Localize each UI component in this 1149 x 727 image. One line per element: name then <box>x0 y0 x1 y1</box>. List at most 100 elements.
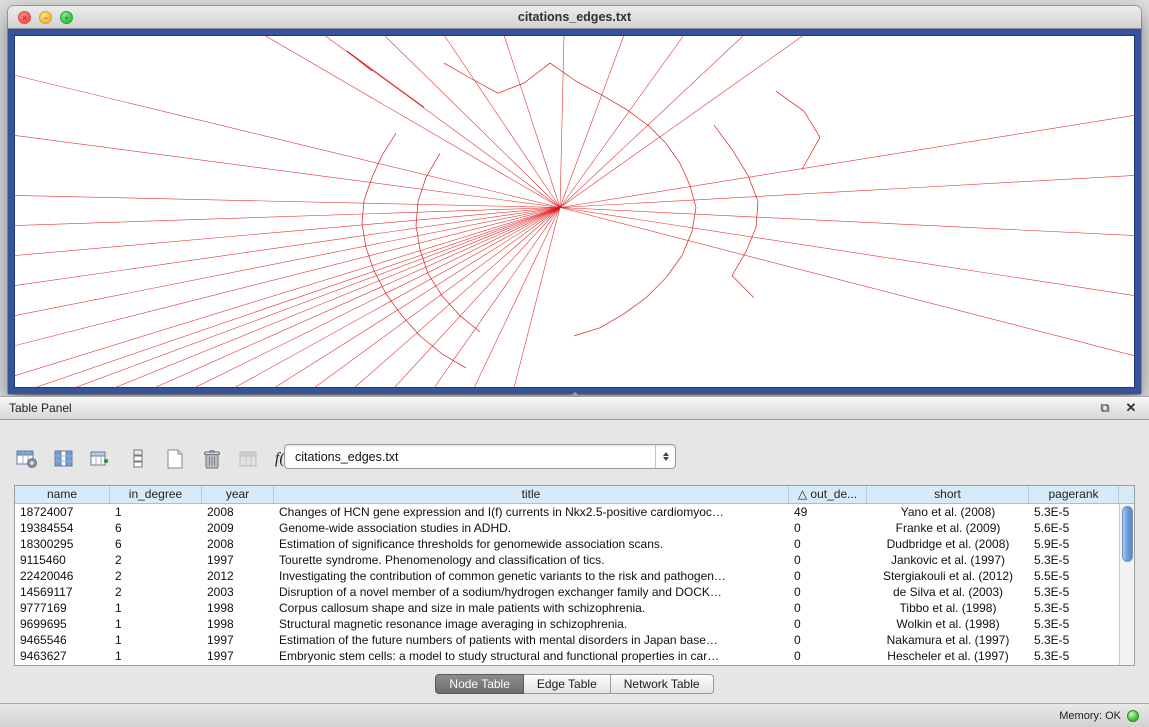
table-cell: 0 <box>789 552 867 568</box>
minimize-window-icon[interactable]: − <box>39 11 52 24</box>
table-cell: Hescheler et al. (1997) <box>867 648 1029 664</box>
table-cell: 6 <box>110 520 202 536</box>
table-cell: 1998 <box>202 616 274 632</box>
table-cell: Changes of HCN gene expression and I(f) … <box>274 504 789 520</box>
import-table-icon[interactable] <box>88 446 114 472</box>
memory-ok-icon <box>1127 710 1139 722</box>
rows-icon[interactable] <box>125 446 151 472</box>
table-cell: Jankovic et al. (1997) <box>867 552 1029 568</box>
column-header[interactable]: △ out_de... <box>789 486 867 503</box>
table-cell: 5.3E-5 <box>1029 504 1119 520</box>
table-cell: 0 <box>789 584 867 600</box>
column-header[interactable]: short <box>867 486 1029 503</box>
table-cell: 5.6E-5 <box>1029 520 1119 536</box>
column-header[interactable]: in_degree <box>110 486 202 503</box>
table-cell: 22420046 <box>15 568 110 584</box>
tab-node-table[interactable]: Node Table <box>435 674 524 694</box>
table-cell: Embryonic stem cells: a model to study s… <box>274 648 789 664</box>
table-cell: 2012 <box>202 568 274 584</box>
dropdown-arrows-icon <box>655 445 675 468</box>
table-cell: 0 <box>789 536 867 552</box>
table-row[interactable]: 2242004622012Investigating the contribut… <box>15 568 1119 584</box>
table-cell: 1 <box>110 504 202 520</box>
table-cell: 1 <box>110 632 202 648</box>
network-window: × − + citations_edges.txt <box>8 6 1141 394</box>
table-panel-header: Table Panel ⧉ ✕ <box>0 396 1149 420</box>
table-cell: Investigating the contribution of common… <box>274 568 789 584</box>
table-panel-body: f(x) citations_edges.txt namein_degreeye… <box>0 420 1149 703</box>
panel-resize-handle[interactable] <box>569 392 581 397</box>
table-cell: 9699695 <box>15 616 110 632</box>
delete-table-icon[interactable] <box>199 446 225 472</box>
table-cell: 5.3E-5 <box>1029 600 1119 616</box>
table-row[interactable]: 1830029562008Estimation of significance … <box>15 536 1119 552</box>
table-cell: 2003 <box>202 584 274 600</box>
table-cell: 1 <box>110 600 202 616</box>
window-titlebar[interactable]: × − + citations_edges.txt <box>8 6 1141 29</box>
table-cell: 19384554 <box>15 520 110 536</box>
table-cell: 2008 <box>202 536 274 552</box>
table-cell: 2 <box>110 584 202 600</box>
table-cell: 5.3E-5 <box>1029 632 1119 648</box>
table-source-value: citations_edges.txt <box>295 450 399 464</box>
table-cell: 1998 <box>202 600 274 616</box>
float-panel-icon[interactable]: ⧉ <box>1097 400 1113 416</box>
table-scrollbar-thumb[interactable] <box>1122 506 1133 562</box>
table-cell: 2 <box>110 552 202 568</box>
table-row[interactable]: 1872400712008Changes of HCN gene express… <box>15 504 1119 520</box>
table-cell: 0 <box>789 616 867 632</box>
table-row[interactable]: 946554611997Estimation of the future num… <box>15 632 1119 648</box>
table-row[interactable]: 969969511998Structural magnetic resonanc… <box>15 616 1119 632</box>
table-tabs: Node TableEdge TableNetwork Table <box>0 674 1149 694</box>
table-cell: 14569117 <box>15 584 110 600</box>
table-row[interactable]: 1456911722003Disruption of a novel membe… <box>15 584 1119 600</box>
zoom-window-icon[interactable]: + <box>60 11 73 24</box>
table-source-dropdown[interactable]: citations_edges.txt <box>284 444 676 469</box>
table-cell: Franke et al. (2009) <box>867 520 1029 536</box>
table-cell: Structural magnetic resonance image aver… <box>274 616 789 632</box>
column-header[interactable]: year <box>202 486 274 503</box>
table-cell: 5.3E-5 <box>1029 648 1119 664</box>
table-header-row: namein_degreeyeartitle△ out_de...shortpa… <box>15 486 1134 504</box>
status-bar: Memory: OK <box>0 703 1149 727</box>
table-cell: 2009 <box>202 520 274 536</box>
table-cell: 0 <box>789 600 867 616</box>
table-cell: Wolkin et al. (1998) <box>867 616 1029 632</box>
table-cell: Estimation of the future numbers of pati… <box>274 632 789 648</box>
table-cell: 5.3E-5 <box>1029 616 1119 632</box>
tab-network-table[interactable]: Network Table <box>611 674 714 694</box>
table-cell: 2008 <box>202 504 274 520</box>
table-cell: 1997 <box>202 632 274 648</box>
table-body: 1872400712008Changes of HCN gene express… <box>15 504 1119 665</box>
table-row[interactable]: 1938455462009Genome-wide association stu… <box>15 520 1119 536</box>
table-cell: 5.3E-5 <box>1029 552 1119 568</box>
table-cell: Tibbo et al. (1998) <box>867 600 1029 616</box>
merge-table-icon[interactable] <box>236 446 262 472</box>
new-table-icon[interactable] <box>162 446 188 472</box>
table-cell: 49 <box>789 504 867 520</box>
column-header[interactable]: pagerank <box>1029 486 1119 503</box>
table-cell: Tourette syndrome. Phenomenology and cla… <box>274 552 789 568</box>
table-cell: 5.5E-5 <box>1029 568 1119 584</box>
table-cell: Nakamura et al. (1997) <box>867 632 1029 648</box>
column-header[interactable]: title <box>274 486 789 503</box>
table-row[interactable]: 946362711997Embryonic stem cells: a mode… <box>15 648 1119 664</box>
select-columns-icon[interactable] <box>51 446 77 472</box>
close-window-icon[interactable]: × <box>18 11 31 24</box>
table-row[interactable]: 977716911998Corpus callosum shape and si… <box>15 600 1119 616</box>
table-cell: 9463627 <box>15 648 110 664</box>
table-row[interactable]: 911546021997Tourette syndrome. Phenomeno… <box>15 552 1119 568</box>
table-cell: Genome-wide association studies in ADHD. <box>274 520 789 536</box>
table-cell: 0 <box>789 520 867 536</box>
table-settings-icon[interactable] <box>14 446 40 472</box>
tab-edge-table[interactable]: Edge Table <box>524 674 611 694</box>
table-cell: Disruption of a novel member of a sodium… <box>274 584 789 600</box>
window-controls: × − + <box>18 11 73 24</box>
network-canvas[interactable] <box>14 35 1135 388</box>
table-scrollbar[interactable] <box>1119 504 1134 665</box>
table-panel-title: Table Panel <box>0 401 72 415</box>
column-header[interactable]: name <box>15 486 110 503</box>
memory-status-label: Memory: OK <box>1059 710 1121 722</box>
table-cell: 9777169 <box>15 600 110 616</box>
close-panel-icon[interactable]: ✕ <box>1123 400 1139 416</box>
